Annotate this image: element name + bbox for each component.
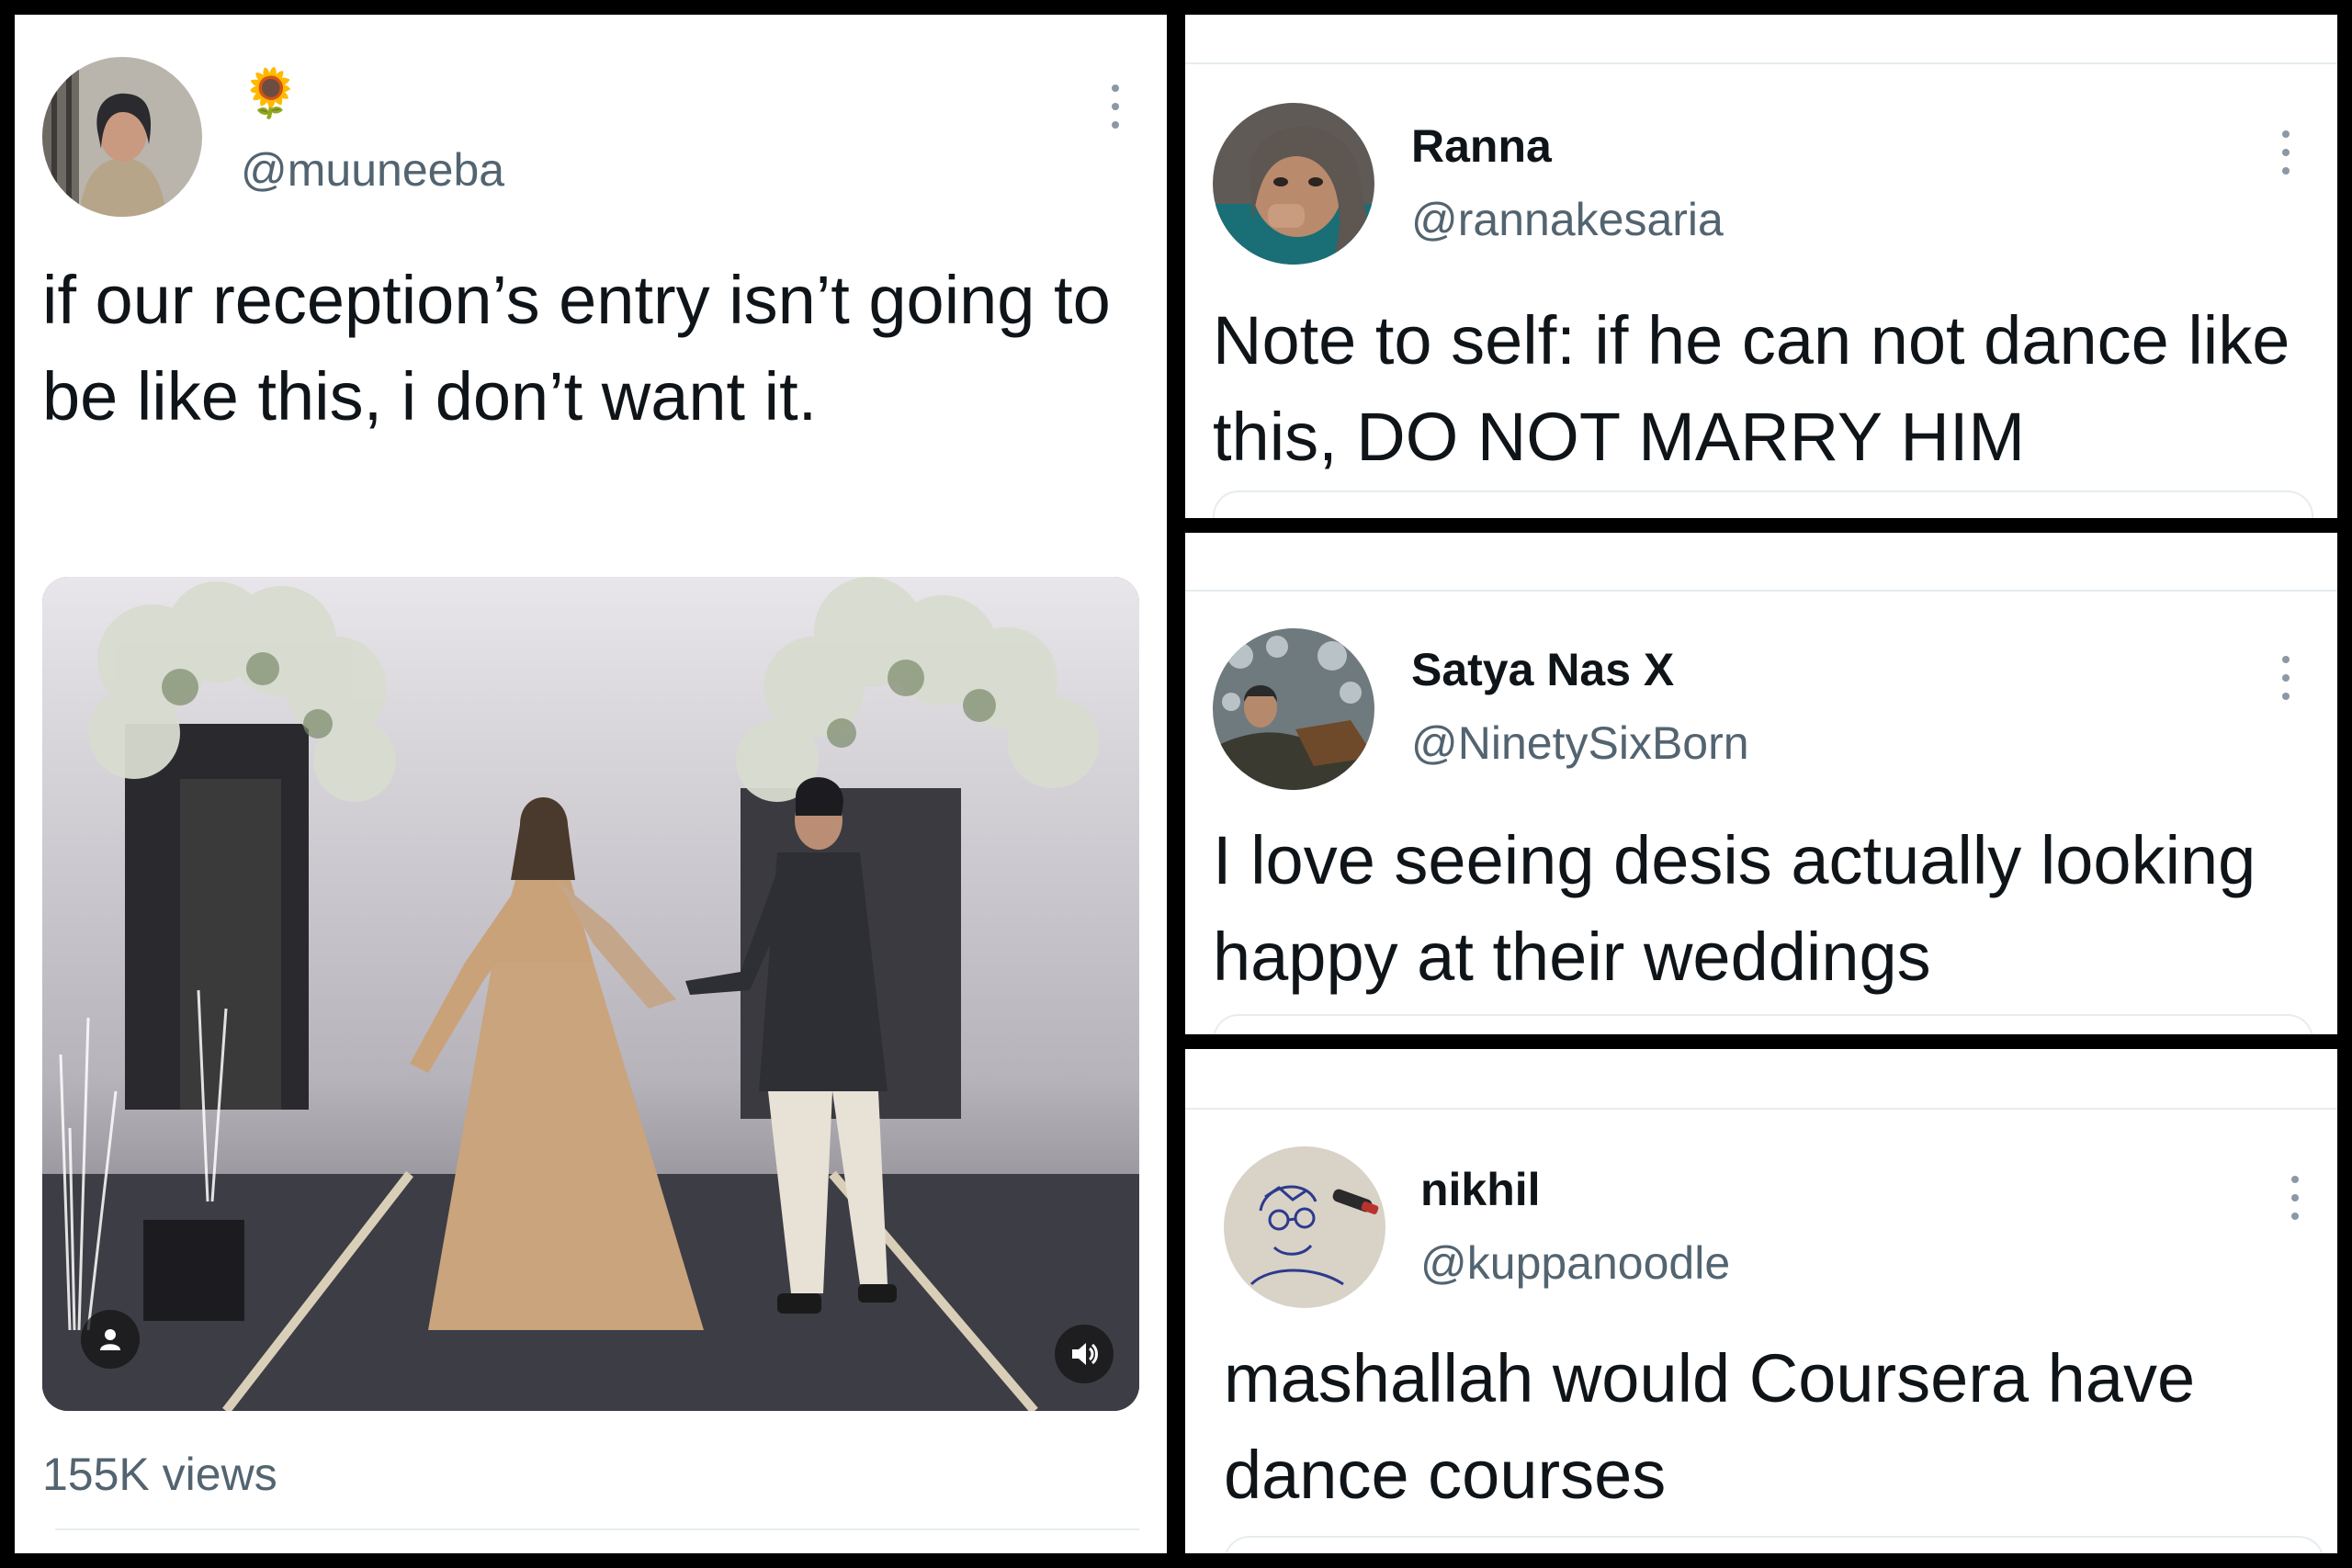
tweet-text: mashallah would Coursera have dance cour…	[1224, 1340, 2196, 1513]
media-card-edge	[1213, 1014, 2313, 1034]
more-vertical-icon[interactable]	[2278, 130, 2293, 175]
more-vertical-icon[interactable]	[2278, 656, 2293, 700]
user-handle[interactable]: @rannakesaria	[1411, 193, 1724, 246]
tweet-muuneeba[interactable]: 🌻 @muuneeba if our reception’s entry isn…	[15, 15, 1167, 1553]
user-name[interactable]: Ranna	[1411, 119, 1552, 173]
flower-emoji: 🌻	[241, 67, 300, 120]
user-name[interactable]: nikhil	[1420, 1163, 1541, 1216]
tweet-text: Note to self: if he can not dance like t…	[1213, 302, 2290, 475]
user-photo-icon	[42, 57, 202, 217]
divider	[55, 1529, 1139, 1530]
media-card-edge	[1224, 1536, 2324, 1553]
media-card-edge	[1213, 491, 2313, 518]
user-name[interactable]: Satya Nas X	[1411, 643, 1674, 696]
user-photo-icon	[1213, 103, 1374, 265]
more-vertical-icon[interactable]	[1108, 85, 1123, 129]
tweet-nikhil[interactable]: nikhil @kuppanoodle mashallah would Cour…	[1185, 1049, 2337, 1553]
user-photo-icon	[1213, 628, 1374, 790]
divider	[1185, 1108, 2337, 1110]
avatar[interactable]	[1213, 628, 1374, 790]
avatar[interactable]	[1224, 1146, 1385, 1308]
divider	[1185, 62, 2337, 64]
tweet-satya[interactable]: Satya Nas X @NinetySixBorn I love seeing…	[1185, 533, 2337, 1034]
video-player[interactable]	[42, 577, 1139, 1411]
user-handle[interactable]: @NinetySixBorn	[1411, 716, 1749, 770]
avatar[interactable]	[1213, 103, 1374, 265]
tweet-text: if our reception’s entry isn’t going to …	[42, 262, 1111, 434]
more-vertical-icon[interactable]	[2288, 1176, 2302, 1220]
tweet-ranna[interactable]: Ranna @rannakesaria Note to self: if he …	[1185, 15, 2337, 518]
user-photo-icon	[1224, 1146, 1385, 1308]
user-handle[interactable]: @kuppanoodle	[1420, 1236, 1730, 1290]
person-icon[interactable]	[81, 1310, 140, 1369]
user-handle[interactable]: @muuneeba	[241, 143, 504, 197]
avatar[interactable]	[42, 57, 202, 217]
divider	[1185, 590, 2337, 592]
view-count: 155K views	[42, 1449, 277, 1500]
volume-icon[interactable]	[1055, 1325, 1114, 1383]
video-frame	[42, 577, 1139, 1411]
tweet-text: I love seeing desis actually looking hap…	[1213, 822, 2256, 995]
